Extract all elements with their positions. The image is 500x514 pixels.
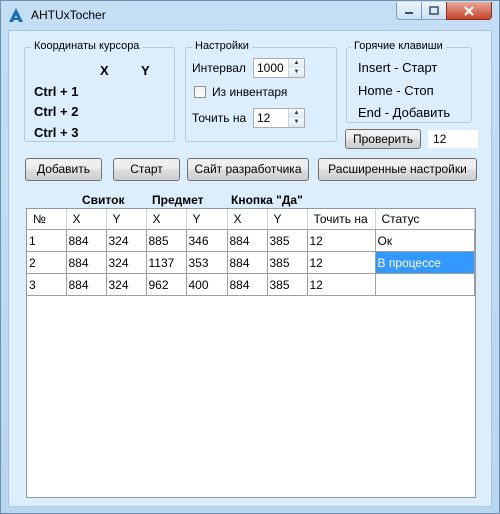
hotkeys-legend: Горячие клавиши bbox=[351, 40, 446, 52]
column-header[interactable]: Точить на bbox=[307, 209, 376, 230]
table-cell[interactable]: 885 bbox=[146, 229, 187, 252]
table-cell[interactable]: 12 bbox=[307, 251, 376, 274]
table-cell[interactable]: 1 bbox=[27, 229, 67, 252]
sharpen-spinner[interactable]: 12 ▲ ▼ bbox=[253, 108, 305, 128]
start-button[interactable]: Старт bbox=[113, 158, 180, 181]
close-button[interactable] bbox=[446, 2, 492, 20]
table-cell[interactable]: 12 bbox=[307, 229, 376, 252]
dev-site-button[interactable]: Сайт разработчика bbox=[187, 158, 309, 181]
hotkey-end: End - Добавить bbox=[358, 105, 451, 120]
minimize-icon bbox=[405, 11, 413, 14]
table-header-row: № X Y X Y X Y Точить на Статус bbox=[27, 209, 475, 230]
table-row[interactable]: 1 884 324 885 346 884 385 12 Ок bbox=[27, 229, 475, 252]
sharpen-down-arrow-icon[interactable]: ▼ bbox=[288, 118, 304, 127]
interval-down-arrow-icon[interactable]: ▼ bbox=[288, 68, 304, 77]
table-cell[interactable]: 2 bbox=[27, 251, 67, 274]
table-cell[interactable]: 962 bbox=[146, 273, 187, 296]
inventory-checkbox[interactable] bbox=[194, 86, 206, 98]
add-button[interactable]: Добавить bbox=[25, 158, 102, 181]
cursor-x-label: X bbox=[100, 63, 109, 78]
table-row[interactable]: 3 884 324 962 400 884 385 12 bbox=[27, 273, 475, 296]
close-icon bbox=[464, 5, 474, 16]
hotkey-home: Home - Стоп bbox=[358, 83, 434, 98]
table-cell[interactable]: 884 bbox=[227, 229, 268, 252]
yes-button-header: Кнопка "Да" bbox=[231, 193, 303, 207]
table-cell[interactable]: 884 bbox=[66, 251, 107, 274]
table-cell[interactable]: 1137 bbox=[146, 251, 187, 274]
table-cell[interactable]: 385 bbox=[267, 229, 308, 252]
item-header: Предмет bbox=[152, 193, 204, 207]
hotkey-insert: Insert - Старт bbox=[358, 60, 438, 75]
table-cell[interactable]: 884 bbox=[66, 273, 107, 296]
window-title: AHTUxTocher bbox=[31, 8, 106, 22]
table-cell[interactable]: 884 bbox=[227, 251, 268, 274]
column-header[interactable]: X bbox=[227, 209, 268, 230]
sharpen-up-arrow-icon[interactable]: ▲ bbox=[288, 109, 304, 118]
minimize-button[interactable] bbox=[396, 2, 422, 20]
scroll-header: Свиток bbox=[82, 193, 125, 207]
title-bar[interactable]: AHTUxTocher bbox=[1, 1, 499, 29]
inventory-label: Из инвентаря bbox=[212, 85, 288, 99]
table-cell[interactable]: 324 bbox=[106, 251, 147, 274]
app-window: AHTUxTocher Координаты курсора X Y Ctrl … bbox=[0, 0, 500, 514]
table-cell[interactable]: 324 bbox=[106, 273, 147, 296]
hotkeys-group: Горячие клавиши Insert - Старт Home - Ст… bbox=[346, 40, 472, 123]
hotkey-ctrl3: Ctrl + 3 bbox=[34, 125, 79, 140]
app-logo-icon bbox=[9, 8, 23, 22]
column-header[interactable]: Y bbox=[106, 209, 147, 230]
table-cell[interactable]: 884 bbox=[66, 229, 107, 252]
status-cell-selected[interactable]: В процессе bbox=[375, 251, 475, 274]
cursor-coords-group: Координаты курсора X Y Ctrl + 1 Ctrl + 2… bbox=[24, 40, 175, 142]
hotkey-ctrl2: Ctrl + 2 bbox=[34, 104, 79, 119]
settings-legend: Настройки bbox=[192, 40, 252, 52]
status-cell[interactable] bbox=[375, 273, 475, 296]
column-header[interactable]: X bbox=[66, 209, 107, 230]
interval-spinner[interactable]: 1000 ▲ ▼ bbox=[253, 58, 305, 78]
table-cell[interactable]: 324 bbox=[106, 229, 147, 252]
interval-label: Интервал bbox=[192, 61, 246, 75]
sharpen-label: Точить на bbox=[192, 111, 247, 125]
column-header[interactable]: Статус bbox=[375, 209, 475, 230]
table-cell[interactable]: 385 bbox=[267, 273, 308, 296]
column-header[interactable]: Y bbox=[186, 209, 228, 230]
column-header[interactable]: X bbox=[146, 209, 187, 230]
maximize-button[interactable] bbox=[421, 2, 447, 20]
table-cell[interactable]: 385 bbox=[267, 251, 308, 274]
column-header[interactable]: Y bbox=[267, 209, 308, 230]
coordinates-table[interactable]: № X Y X Y X Y Точить на Статус 1 884 324… bbox=[26, 208, 476, 498]
table-cell[interactable]: 884 bbox=[227, 273, 268, 296]
table-row[interactable]: 2 884 324 1137 353 884 385 12 В процессе bbox=[27, 251, 475, 274]
settings-group: Настройки Интервал 1000 ▲ ▼ Из инвентаря… bbox=[185, 40, 337, 142]
interval-up-arrow-icon[interactable]: ▲ bbox=[288, 59, 304, 68]
maximize-icon bbox=[429, 6, 439, 15]
check-button[interactable]: Проверить bbox=[345, 129, 421, 149]
table-cell[interactable]: 400 bbox=[186, 273, 228, 296]
client-area: Координаты курсора X Y Ctrl + 1 Ctrl + 2… bbox=[8, 30, 492, 507]
cursor-coords-legend: Координаты курсора bbox=[31, 40, 143, 52]
check-value-field[interactable]: 12 bbox=[427, 129, 479, 149]
table-cell[interactable]: 346 bbox=[186, 229, 228, 252]
table-cell[interactable]: 3 bbox=[27, 273, 67, 296]
table-cell[interactable]: 12 bbox=[307, 273, 376, 296]
advanced-settings-button[interactable]: Расширенные настройки bbox=[318, 158, 477, 181]
cursor-y-label: Y bbox=[141, 63, 150, 78]
sharpen-value: 12 bbox=[257, 111, 271, 125]
table-cell[interactable]: 353 bbox=[186, 251, 228, 274]
interval-value: 1000 bbox=[257, 61, 284, 75]
hotkey-ctrl1: Ctrl + 1 bbox=[34, 84, 79, 99]
status-cell[interactable]: Ок bbox=[375, 229, 475, 252]
coordinates-grid: № X Y X Y X Y Точить на Статус 1 884 324… bbox=[27, 209, 475, 296]
column-header[interactable]: № bbox=[27, 209, 67, 230]
